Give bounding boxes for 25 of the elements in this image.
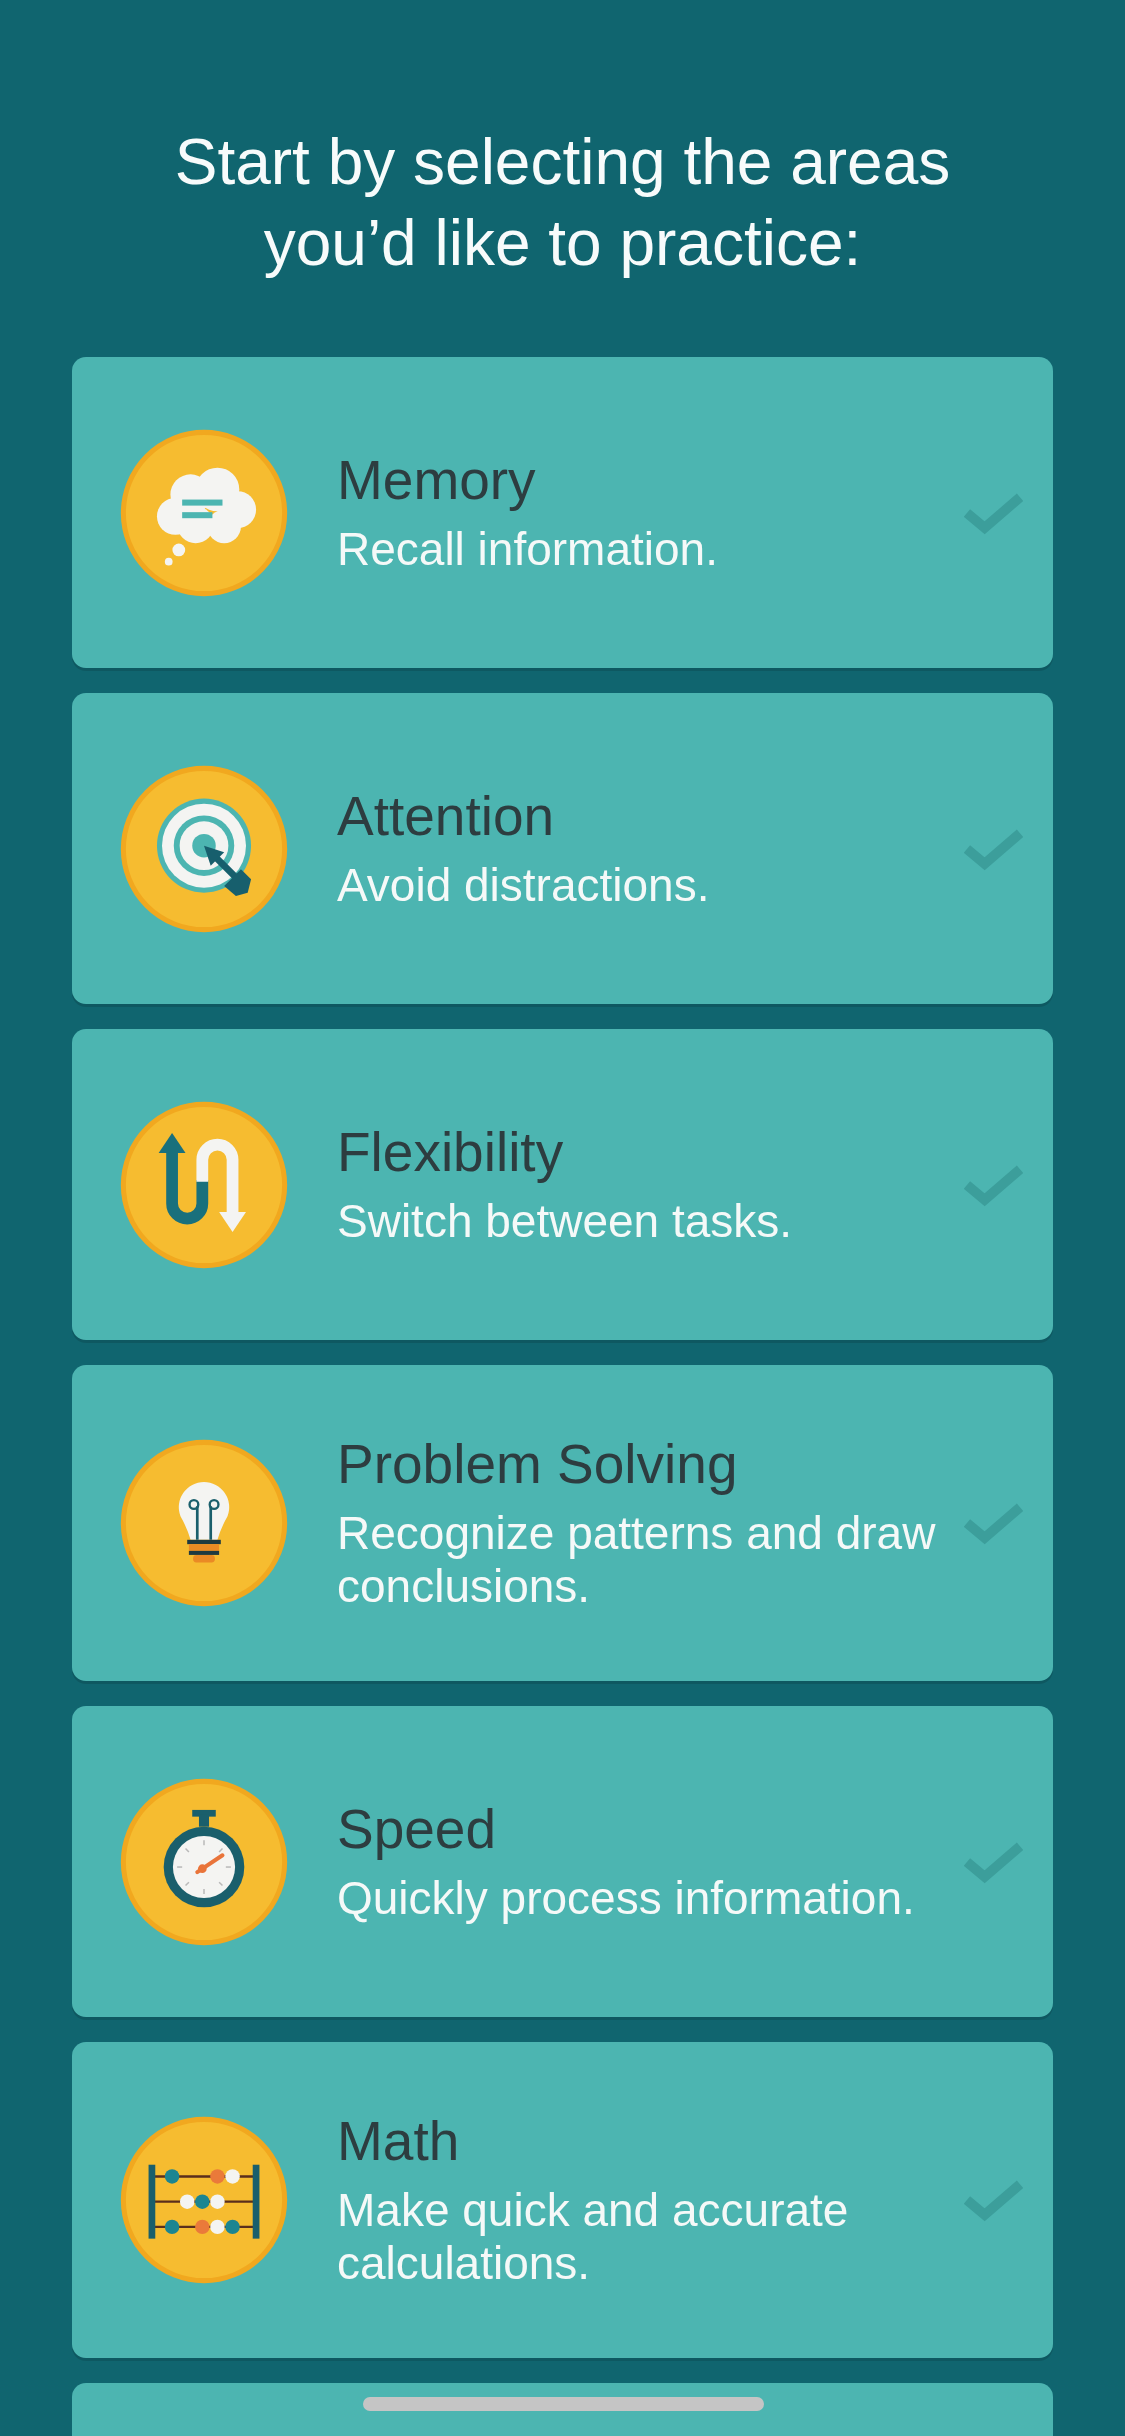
area-name: Memory: [337, 449, 537, 511]
stopwatch-icon: [120, 1777, 288, 1946]
area-name: Math: [337, 2110, 461, 2172]
area-card[interactable]: Math Make quick and accurate calculations.: [72, 2042, 1053, 2358]
area-card[interactable]: Flexibility Switch between tasks.: [72, 1029, 1053, 1340]
area-description: Recall information.: [337, 523, 719, 576]
area-name: Speed: [337, 1798, 498, 1860]
area-description: Make quick and accurate calculations.: [337, 2184, 850, 2290]
u-turn-arrows-icon: [120, 1100, 288, 1269]
area-name: Problem Solving: [337, 1433, 739, 1495]
area-card[interactable]: Memory Recall information.: [72, 357, 1053, 668]
area-description: Switch between tasks.: [337, 1195, 794, 1248]
area-description: Avoid distractions.: [337, 859, 711, 912]
area-name: Attention: [337, 785, 556, 847]
lightbulb-icon: [120, 1439, 288, 1607]
thought-cloud-icon: [120, 428, 288, 597]
target-icon: [120, 764, 288, 933]
area-card[interactable]: Problem Solving Recognize patterns and draw conclusions.: [72, 1365, 1053, 1681]
area-card[interactable]: Speed Quickly process information.: [72, 1706, 1053, 2017]
area-card[interactable]: Attention Avoid distractions.: [72, 693, 1053, 1004]
area-description: Recognize patterns and draw conclusions.: [337, 1507, 937, 1613]
area-name: Flexibility: [337, 1121, 565, 1183]
area-description: Quickly process information.: [337, 1872, 916, 1925]
abacus-icon: [120, 2116, 288, 2284]
page-heading: Start by selecting the areas you’d like to practice:: [173, 125, 952, 281]
